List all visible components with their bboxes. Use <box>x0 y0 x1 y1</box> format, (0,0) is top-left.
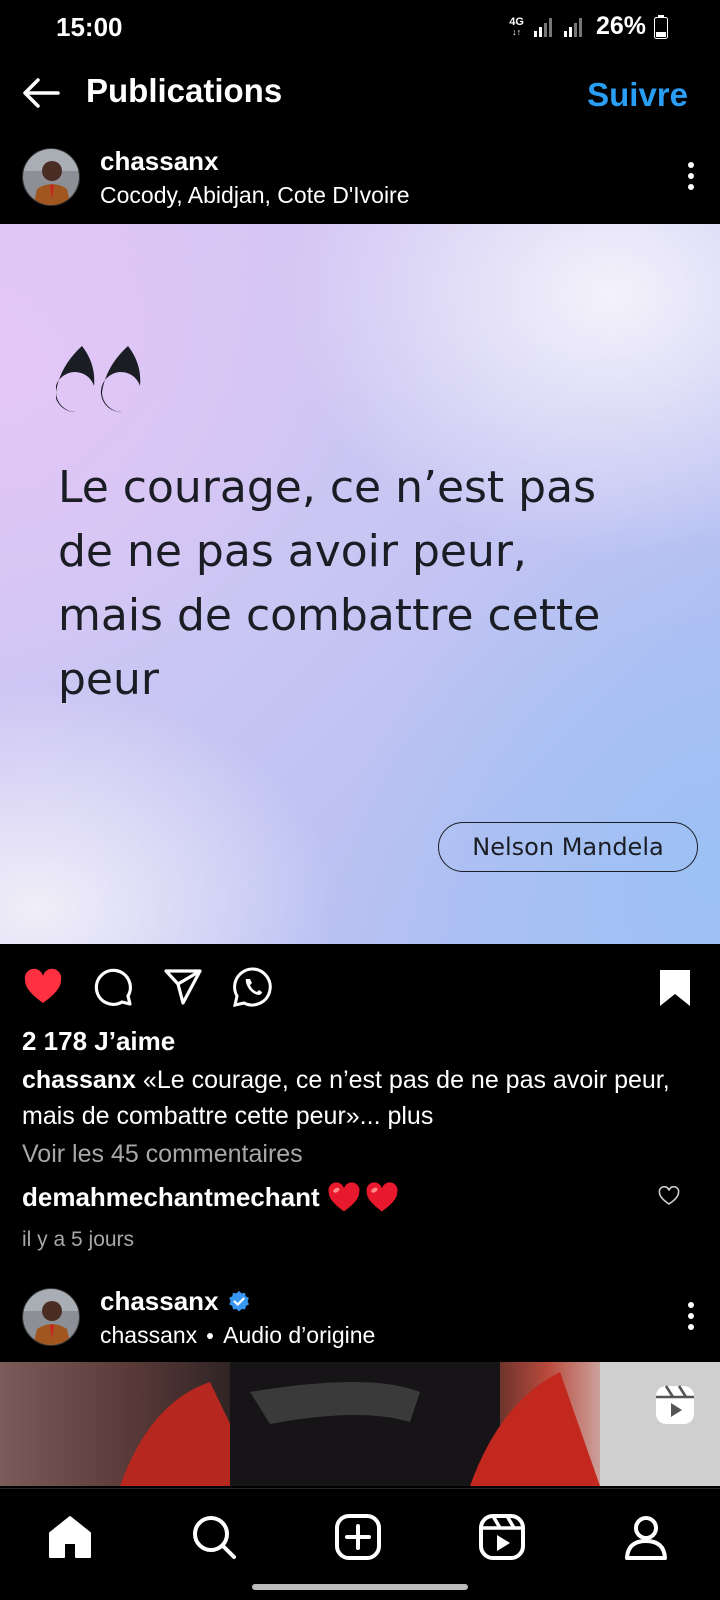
signal-icon <box>533 17 552 37</box>
caption-username[interactable]: chassanx <box>22 1066 136 1094</box>
top-header: Publications Suivre <box>0 60 720 124</box>
post-location[interactable]: Cocody, Abidjan, Cote D'Ivoire <box>100 182 410 209</box>
audio-link[interactable]: Audio d’origine <box>223 1322 375 1349</box>
home-indicator[interactable] <box>252 1584 468 1590</box>
quote-mark-icon <box>56 346 141 412</box>
avatar[interactable] <box>22 1288 80 1346</box>
search-icon[interactable] <box>190 1513 238 1561</box>
verified-badge-icon <box>228 1290 249 1311</box>
quote-line: Le courage, ce n’est pas <box>58 462 596 513</box>
battery-icon <box>654 14 668 39</box>
share-icon[interactable] <box>162 966 204 1008</box>
next-post-header: chassanx chassanx Audio d’origine <box>0 1278 720 1360</box>
bookmark-icon[interactable] <box>654 966 696 1008</box>
reel-thumbnail <box>120 1362 720 1486</box>
status-indicators: 4G ↓↑ 26% <box>509 12 668 41</box>
quote-author: Nelson Mandela <box>438 822 698 872</box>
more-options-icon[interactable] <box>686 1300 696 1332</box>
profile-icon[interactable] <box>622 1513 670 1561</box>
quote-text: Le courage, ce n’est pas de ne pas avoir… <box>58 456 658 712</box>
back-arrow-icon[interactable] <box>20 72 62 114</box>
likes-count[interactable]: 2 178 J’aime <box>22 1026 175 1057</box>
post-username[interactable]: chassanx <box>100 146 219 177</box>
more-options-icon[interactable] <box>686 160 696 192</box>
follow-button[interactable]: Suivre <box>587 76 688 114</box>
comment: demahmechantmechant <box>22 1180 400 1214</box>
post-image[interactable]: Le courage, ce n’est pas de ne pas avoir… <box>0 224 720 944</box>
caption: chassanx «Le courage, ce n’est pas de ne… <box>22 1062 702 1134</box>
view-comments-link[interactable]: Voir les 45 commentaires <box>22 1140 303 1169</box>
quote-line: de ne pas avoir peur, <box>58 526 527 577</box>
reels-icon[interactable] <box>478 1513 526 1561</box>
quote-line: mais de combattre cette <box>58 590 601 641</box>
comment-timestamp: il y a 5 jours <box>22 1228 135 1251</box>
next-post-subtitle: chassanx Audio d’origine <box>100 1322 375 1349</box>
page-title: Publications <box>86 72 283 109</box>
avatar[interactable] <box>22 148 80 206</box>
post-actions <box>0 944 720 1028</box>
heart-icon[interactable] <box>22 966 64 1008</box>
battery-level: 26% <box>595 12 646 40</box>
create-icon[interactable] <box>334 1513 382 1561</box>
next-post-username[interactable]: chassanx <box>100 1286 251 1317</box>
post-header: chassanx Cocody, Abidjan, Cote D'Ivoire <box>0 140 720 224</box>
comment-like-icon[interactable] <box>658 1186 680 1206</box>
red-heart-emoji <box>328 1182 360 1212</box>
network-arrows: ↓↑ <box>512 26 522 37</box>
home-icon[interactable] <box>46 1513 94 1561</box>
comment-icon[interactable] <box>92 966 134 1008</box>
caption-more-link[interactable]: plus <box>387 1102 433 1130</box>
avatar-image <box>23 149 79 205</box>
signal-icon-2 <box>563 17 582 37</box>
next-post-subuser[interactable]: chassanx <box>100 1322 197 1349</box>
status-bar: 15:00 4G ↓↑ 26% <box>0 0 720 54</box>
quote-line: peur <box>58 654 159 705</box>
reel-preview[interactable] <box>0 1362 720 1486</box>
network-type: 4G ↓↑ <box>509 16 524 37</box>
reels-icon <box>656 1385 694 1424</box>
comment-username[interactable]: demahmechantmechant <box>22 1182 320 1213</box>
status-time: 15:00 <box>56 12 123 42</box>
red-heart-emoji <box>366 1182 398 1212</box>
avatar-image <box>23 1289 79 1345</box>
next-post-username-text[interactable]: chassanx <box>100 1286 219 1317</box>
whatsapp-icon[interactable] <box>232 966 274 1008</box>
comment-text <box>326 1180 400 1214</box>
separator-dot <box>207 1332 214 1339</box>
